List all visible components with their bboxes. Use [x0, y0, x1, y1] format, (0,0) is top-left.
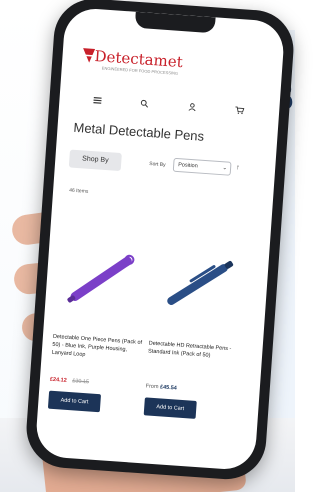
product-image[interactable]	[150, 232, 249, 338]
sort-select[interactable]: Position ⌄	[172, 157, 232, 176]
phone-notch	[134, 11, 216, 34]
page-title: Metal Detectable Pens	[73, 119, 205, 144]
items-count: 46 Items	[68, 187, 89, 195]
sort-select-value: Position	[177, 162, 198, 170]
search-icon[interactable]	[136, 95, 153, 112]
price-old: £30.15	[72, 378, 90, 386]
chevron-down-icon: ⌄	[222, 165, 228, 172]
price-current: £24.12	[49, 376, 67, 384]
price-prefix: From	[145, 383, 159, 391]
product-card[interactable]: Detectable One Piece Pens (Pack of 50) -…	[47, 225, 153, 415]
sort-by-label: Sort By	[148, 161, 166, 169]
add-to-cart-button[interactable]: Add to Cart	[143, 397, 197, 419]
shop-by-button[interactable]: Shop By	[68, 149, 122, 172]
phone-screen: Detectamet ENGINEERED FOR FOOD PROCESSIN…	[34, 6, 286, 472]
product-name[interactable]: Detectable One Piece Pens (Pack of 50) -…	[50, 333, 145, 381]
site-logo[interactable]: Detectamet ENGINEERED FOR FOOD PROCESSIN…	[79, 44, 231, 84]
sort-direction-icon[interactable]: ↑	[236, 164, 240, 171]
product-card[interactable]: Detectable HD Retractable Pens - Standar…	[143, 232, 249, 422]
price-current: £45.54	[159, 384, 178, 392]
account-icon[interactable]	[184, 98, 201, 115]
menu-icon[interactable]	[89, 92, 106, 109]
cart-icon[interactable]	[231, 102, 248, 119]
product-image[interactable]	[54, 225, 153, 331]
top-navbar	[73, 88, 264, 123]
smartphone: Detectamet ENGINEERED FOR FOOD PROCESSIN…	[23, 0, 297, 482]
product-name[interactable]: Detectable HD Retractable Pens - Standar…	[146, 339, 241, 387]
add-to-cart-button[interactable]: Add to Cart	[47, 390, 102, 413]
